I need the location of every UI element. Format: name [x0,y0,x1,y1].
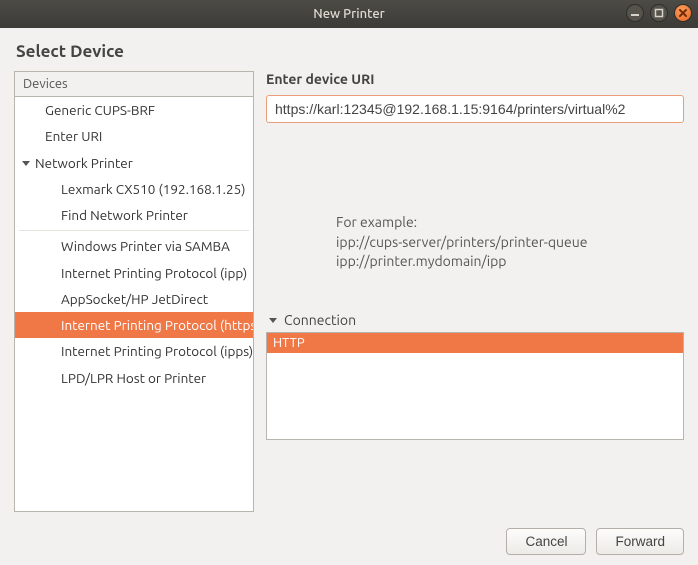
devices-header: Devices [14,71,254,97]
connection-list[interactable]: HTTP [266,332,684,440]
device-item-selected[interactable]: Internet Printing Protocol (https) [15,312,253,338]
example-label: For example: [336,213,684,233]
connection-row[interactable]: HTTP [267,333,683,353]
devices-list[interactable]: Generic CUPS-BRF Enter URI Network Print… [14,97,254,512]
device-item[interactable]: Internet Printing Protocol (ipps) [15,338,253,364]
right-panel: Enter device URI For example: ipp://cups… [266,71,684,512]
example-line-2: ipp://printer.mydomain/ipp [336,252,684,272]
cancel-button[interactable]: Cancel [506,528,586,555]
device-item[interactable]: Enter URI [15,123,253,149]
device-item[interactable]: Lexmark CX510 (192.168.1.25) [15,176,253,202]
device-item[interactable]: AppSocket/HP JetDirect [15,286,253,312]
window-title: New Printer [313,7,385,21]
device-item[interactable]: Find Network Printer [15,202,253,228]
close-icon[interactable] [674,4,692,22]
device-group-network-printer[interactable]: Network Printer [15,150,253,176]
device-item[interactable]: LPD/LPR Host or Printer [15,365,253,391]
example-line-1: ipp://cups-server/printers/printer-queue [336,233,684,253]
dialog-buttons: Cancel Forward [14,528,684,555]
device-group-label: Network Printer [35,153,133,173]
maximize-icon[interactable] [650,4,668,22]
divider [19,230,249,231]
connection-header-label: Connection [284,312,356,328]
device-uri-input[interactable] [266,95,684,123]
chevron-down-icon [266,315,280,325]
chevron-down-icon [19,158,33,168]
connection-header[interactable]: Connection [266,312,684,328]
page-title: Select Device [16,42,684,61]
device-item[interactable]: Windows Printer via SAMBA [15,233,253,259]
connection-panel: Connection HTTP [266,312,684,440]
forward-button[interactable]: Forward [596,528,684,555]
uri-example-block: For example: ipp://cups-server/printers/… [336,213,684,272]
device-item[interactable]: Internet Printing Protocol (ipp) [15,260,253,286]
device-item[interactable]: Generic CUPS-BRF [15,97,253,123]
minimize-icon[interactable] [626,4,644,22]
uri-label: Enter device URI [266,71,684,87]
window-controls [626,4,692,22]
devices-panel: Devices Generic CUPS-BRF Enter URI Netwo… [14,71,254,512]
title-bar: New Printer [0,0,698,28]
